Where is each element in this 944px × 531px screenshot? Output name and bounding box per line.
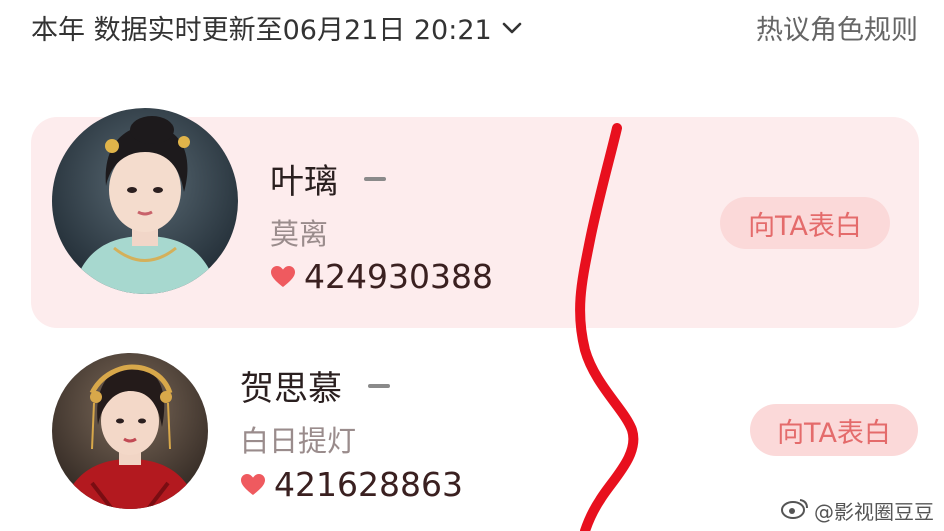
avatar[interactable] [52,353,208,509]
drama-title: 白日提灯 [240,424,357,458]
vote-count: 424930388 [270,257,493,296]
watermark-text: @影视圈豆豆 [814,500,934,524]
confess-button[interactable]: 向TA表白 [750,404,918,456]
rank-unchanged-icon [368,383,390,388]
character-name-text: 贺思慕 [240,369,342,409]
hot-role-rules-link[interactable]: 热议角色规则 [756,8,918,47]
top-bar: 本年 数据实时更新至06月21日 20:21 热议角色规则 [0,0,944,60]
rank-unchanged-icon [364,176,386,181]
confess-button[interactable]: 向TA表白 [720,197,890,249]
period-selector[interactable]: 本年 数据实时更新至06月21日 20:21 [31,8,524,47]
heart-icon [271,265,295,287]
chevron-down-icon [500,16,524,40]
heart-icon [241,473,265,495]
avatar[interactable] [52,108,238,294]
vote-count-value: 424930388 [304,257,493,296]
vote-count: 421628863 [240,465,463,504]
weibo-logo-icon [780,497,810,524]
character-name: 叶璃 [270,154,386,203]
vote-count-value: 421628863 [274,465,463,504]
character-name: 贺思慕 [240,361,390,410]
drama-title: 莫离 [270,217,329,251]
character-card[interactable]: 叶璃 莫离 424930388 向TA表白 [31,108,919,328]
watermark: @影视圈豆豆 [780,496,934,525]
period-label: 本年 数据实时更新至06月21日 20:21 [31,15,492,46]
character-name-text: 叶璃 [270,162,338,202]
